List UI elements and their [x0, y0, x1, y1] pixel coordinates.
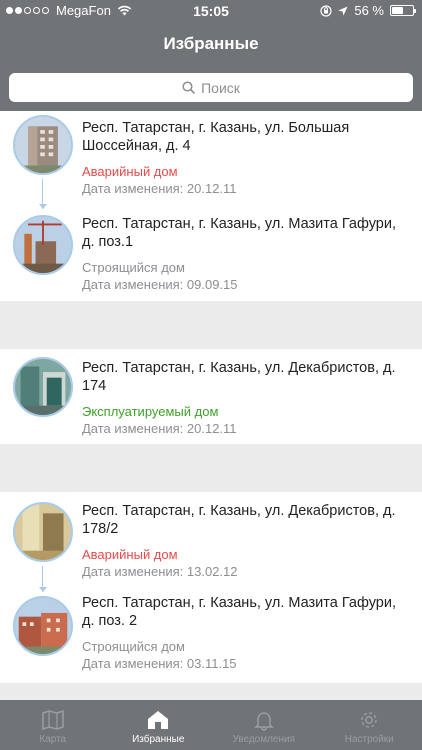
- system-indicators: 56 %: [320, 3, 416, 18]
- top-bar: MegaFon 15:05 56 % Избранные Поиск: [0, 0, 422, 111]
- tab-label: Уведомления: [232, 734, 296, 745]
- tab-notifications[interactable]: Уведомления: [211, 700, 317, 750]
- modified-date: Дата изменения: 20.12.11: [82, 421, 237, 436]
- map-icon: [42, 709, 64, 731]
- tab-favorites[interactable]: Избранные: [106, 700, 212, 750]
- list-item[interactable]: Респ. Татарстан, г. Казань, ул. Декабрис…: [0, 492, 422, 584]
- tab-bar: Карта Избранные Уведомления Настройки: [0, 700, 422, 750]
- search-field[interactable]: Поиск: [9, 73, 413, 102]
- bell-icon: [253, 712, 274, 731]
- building-status: Аварийный дом: [82, 164, 178, 179]
- building-status: Аварийный дом: [82, 547, 178, 562]
- building-status: Строящийся дом: [82, 639, 185, 654]
- modified-date: Дата изменения: 13.02.12: [82, 564, 238, 579]
- building-status: Эксплуатируемый дом: [82, 404, 219, 419]
- favorites-group: Респ. Татарстан, г. Казань, ул. Декабрис…: [0, 349, 422, 444]
- home-icon: [148, 711, 169, 729]
- building-status: Строящийся дом: [82, 260, 185, 275]
- rotation-lock-icon: [320, 4, 332, 17]
- page-title: Избранные: [163, 34, 259, 53]
- list-item[interactable]: Респ. Татарстан, г. Казань, ул. Большая …: [0, 111, 422, 203]
- battery-percent: 56 %: [354, 3, 384, 18]
- list-item[interactable]: Респ. Татарстан, г. Казань, ул. Мазита Г…: [0, 209, 422, 301]
- building-photo: [13, 115, 73, 175]
- search-icon: [182, 81, 195, 94]
- building-address: Респ. Татарстан, г. Казань, ул. Декабрис…: [82, 503, 396, 537]
- building-photo: [13, 502, 73, 562]
- tab-label: Избранные: [132, 734, 185, 745]
- battery-icon: [390, 5, 416, 16]
- building-address: Респ. Татарстан, г. Казань, ул. Декабрис…: [82, 360, 396, 394]
- link-arrow-icon: [39, 179, 47, 209]
- battery-level: [392, 7, 404, 14]
- favorites-group: Респ. Татарстан, г. Казань, ул. Декабрис…: [0, 492, 422, 683]
- building-address: Респ. Татарстан, г. Казань, ул. Мазита Г…: [82, 216, 396, 250]
- search-placeholder: Поиск: [201, 79, 240, 96]
- location-arrow-icon: [338, 6, 348, 15]
- status-bar: MegaFon 15:05 56 %: [0, 0, 422, 22]
- tab-label: Карта: [39, 734, 67, 745]
- favorites-group: Респ. Татарстан, г. Казань, ул. Большая …: [0, 111, 422, 301]
- building-photo: [13, 596, 73, 656]
- tab-label: Настройки: [344, 734, 394, 745]
- list-item[interactable]: Респ. Татарстан, г. Казань, ул. Мазита Г…: [0, 590, 422, 682]
- tab-settings[interactable]: Настройки: [317, 700, 422, 750]
- modified-date: Дата изменения: 03.11.15: [82, 656, 237, 671]
- modified-date: Дата изменения: 09.09.15: [82, 277, 238, 292]
- link-arrow-icon: [39, 566, 47, 592]
- gear-icon: [361, 712, 377, 728]
- group-separator: [0, 301, 422, 349]
- building-address: Респ. Татарстан, г. Казань, ул. Мазита Г…: [82, 595, 396, 629]
- building-photo: [13, 357, 73, 417]
- modified-date: Дата изменения: 20.12.11: [82, 181, 237, 196]
- group-separator: [0, 444, 422, 492]
- building-photo: [13, 215, 73, 275]
- favorites-list: Респ. Татарстан, г. Казань, ул. Большая …: [0, 111, 422, 683]
- building-address: Респ. Татарстан, г. Казань, ул. Большая …: [82, 120, 350, 154]
- tab-map[interactable]: Карта: [0, 700, 106, 750]
- list-item[interactable]: Респ. Татарстан, г. Казань, ул. Декабрис…: [0, 349, 422, 441]
